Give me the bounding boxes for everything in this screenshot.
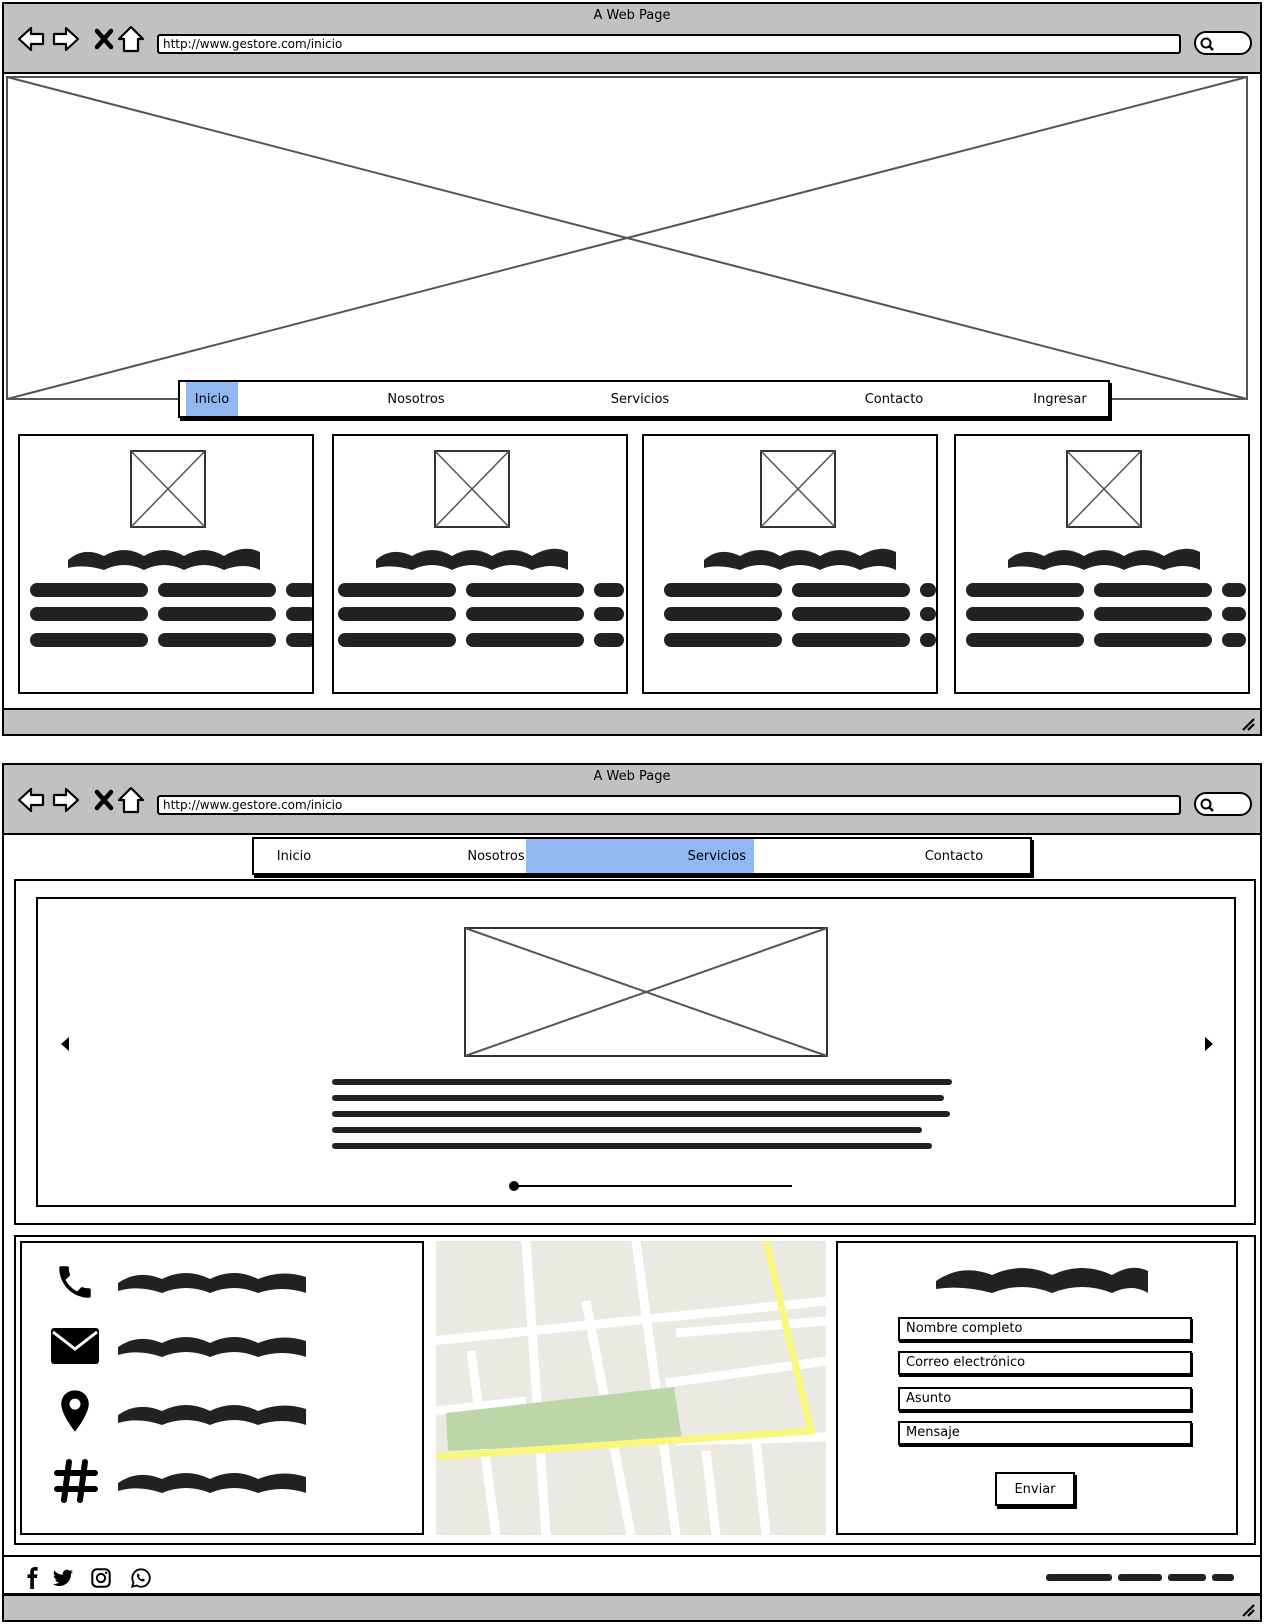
- nav-item-inicio[interactable]: Inicio: [186, 382, 238, 416]
- nav-item-contacto[interactable]: Contacto: [854, 382, 934, 416]
- carousel: [36, 897, 1236, 1207]
- browser-toolbar: A Web Page http://www.gestore.com/inicio: [4, 765, 1260, 835]
- nav-item-servicios[interactable]: Servicios: [600, 382, 680, 416]
- nav-item-nosotros[interactable]: Nosotros: [376, 382, 456, 416]
- nav-item-ingresar[interactable]: Ingresar: [1020, 382, 1100, 416]
- back-arrow-icon[interactable]: [16, 785, 46, 815]
- service-card: [642, 434, 938, 694]
- home-icon[interactable]: [116, 24, 146, 54]
- phone-text-scribble: [118, 1273, 306, 1293]
- card-text-scribble: [966, 583, 1246, 647]
- nav-item-nosotros[interactable]: Nosotros: [456, 839, 536, 873]
- address-text-scribble: [118, 1405, 306, 1425]
- back-arrow-icon[interactable]: [16, 24, 46, 54]
- envelope-icon: [51, 1328, 99, 1364]
- map[interactable]: [436, 1241, 826, 1535]
- phone-icon: [59, 1266, 91, 1298]
- footer: [4, 1555, 1260, 1595]
- status-bar: [4, 708, 1260, 734]
- window-title: A Web Page: [593, 769, 671, 784]
- send-button[interactable]: Enviar: [995, 1472, 1075, 1506]
- service-card: [332, 434, 628, 694]
- window-title: A Web Page: [593, 8, 671, 23]
- search-field[interactable]: [1194, 792, 1252, 816]
- subject-field[interactable]: Asunto: [898, 1387, 1192, 1411]
- card-text-scribble: [30, 583, 312, 647]
- main-nav: Inicio Nosotros Servicios Contacto: [252, 837, 1032, 875]
- carousel-progress-slider[interactable]: [508, 1179, 798, 1193]
- address-bar[interactable]: http://www.gestore.com/inicio: [157, 34, 1181, 54]
- email-text-scribble: [118, 1337, 306, 1357]
- copyright-text-scribble: [1046, 1574, 1234, 1581]
- card-title-scribble: [704, 548, 896, 570]
- service-card: [954, 434, 1250, 694]
- contact-section: Nombre completo Correo electrónico Asunt…: [14, 1235, 1256, 1545]
- arrow-right-icon[interactable]: [1202, 1035, 1216, 1053]
- address-bar[interactable]: http://www.gestore.com/inicio: [157, 795, 1181, 815]
- instagram-icon[interactable]: [90, 1567, 112, 1589]
- card-image-placeholder: [434, 450, 510, 528]
- resize-grip-icon[interactable]: [1240, 716, 1256, 732]
- nav-item-inicio[interactable]: Inicio: [264, 839, 324, 873]
- forward-arrow-icon[interactable]: [51, 24, 81, 54]
- facebook-icon[interactable]: [22, 1567, 44, 1589]
- full-name-field[interactable]: Nombre completo: [898, 1317, 1192, 1341]
- forward-arrow-icon[interactable]: [51, 785, 81, 815]
- card-image-placeholder: [760, 450, 836, 528]
- service-card: [18, 434, 314, 694]
- hashtag-icon: [54, 1459, 98, 1503]
- card-image-placeholder: [1066, 450, 1142, 528]
- carousel-section: [14, 879, 1256, 1225]
- card-text-scribble: [664, 583, 936, 647]
- nav-item-servicios[interactable]: Servicios: [526, 839, 754, 873]
- whatsapp-icon[interactable]: [130, 1567, 152, 1589]
- main-nav: Inicio Nosotros Servicios Contacto Ingre…: [178, 380, 1110, 418]
- search-icon: [1200, 798, 1214, 812]
- card-image-placeholder: [130, 450, 206, 528]
- arrow-left-icon[interactable]: [58, 1035, 72, 1053]
- search-field[interactable]: [1194, 31, 1252, 55]
- browser-toolbar: A Web Page http://www.gestore.com/inicio: [4, 4, 1260, 74]
- search-icon: [1200, 37, 1214, 51]
- carousel-text-scribble: [332, 1079, 952, 1149]
- browser-window-inicio: A Web Page http://www.gestore.com/inicio…: [2, 2, 1262, 736]
- resize-grip-icon[interactable]: [1240, 1602, 1256, 1618]
- status-bar: [4, 1594, 1260, 1620]
- home-icon[interactable]: [116, 785, 146, 815]
- contact-form-panel: Nombre completo Correo electrónico Asunt…: [836, 1241, 1238, 1535]
- carousel-image-placeholder: [464, 927, 828, 1057]
- twitter-icon[interactable]: [52, 1567, 74, 1589]
- hashtag-text-scribble: [118, 1473, 306, 1493]
- card-title-scribble: [68, 548, 260, 570]
- card-title-scribble: [376, 548, 568, 570]
- card-title-scribble: [1008, 548, 1200, 570]
- message-field[interactable]: Mensaje: [898, 1421, 1192, 1445]
- nav-item-contacto[interactable]: Contacto: [914, 839, 994, 873]
- map-pin-icon: [61, 1390, 89, 1432]
- browser-window-servicios: A Web Page http://www.gestore.com/inicio…: [2, 763, 1262, 1622]
- hero-image-placeholder: [6, 76, 1248, 400]
- form-title-scribble: [936, 1267, 1148, 1293]
- slider-handle[interactable]: [509, 1181, 519, 1191]
- card-text-scribble: [338, 583, 624, 647]
- email-field[interactable]: Correo electrónico: [898, 1351, 1192, 1375]
- contact-info-panel: [20, 1241, 424, 1535]
